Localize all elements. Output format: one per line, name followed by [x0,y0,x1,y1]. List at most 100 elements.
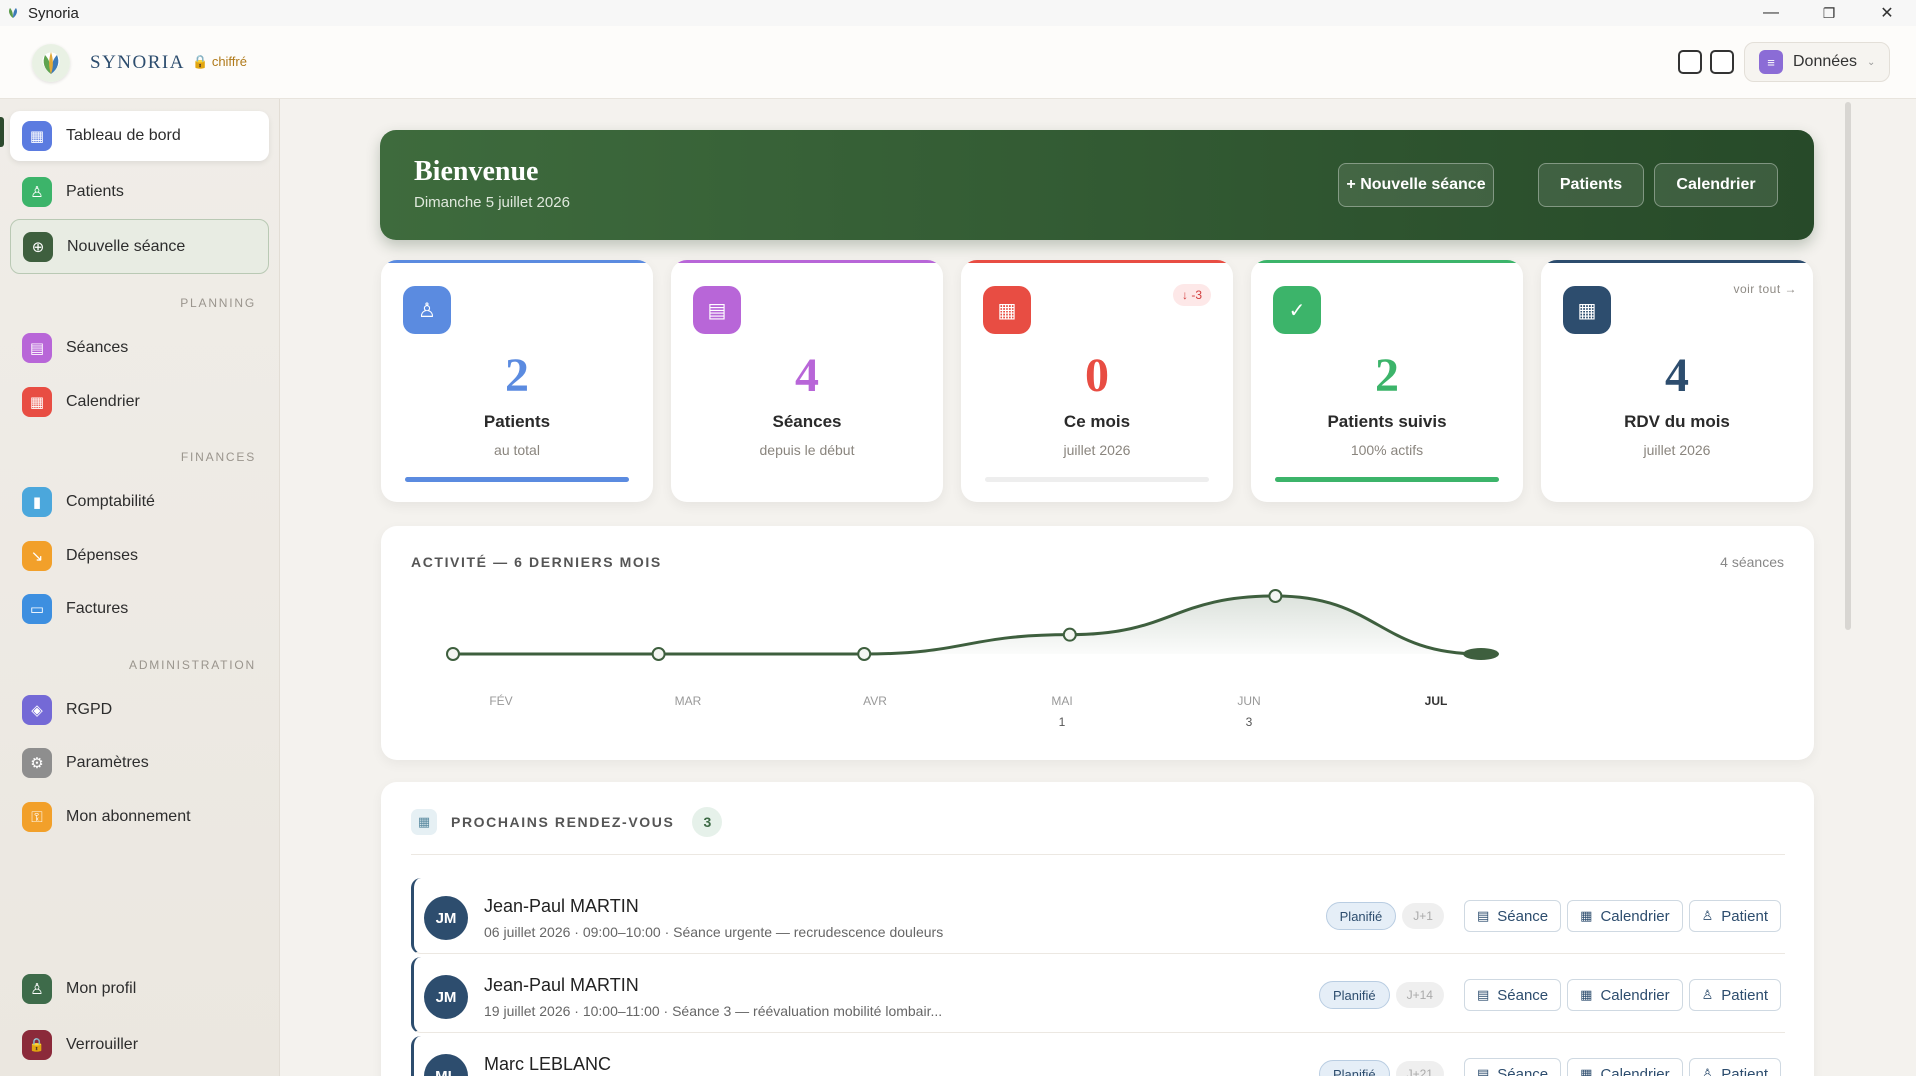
stat-label: Patients [483,412,551,431]
button-label: Patient [1721,1065,1768,1076]
stat-sub: depuis le début [759,442,855,458]
stat-card-patients-suivis[interactable]: ✓ 2 Patients suivis 100% actifs [1251,260,1523,502]
file-icon: ▭ [22,594,52,624]
new-session-button[interactable]: + Nouvelle séance [1338,163,1494,207]
button-label: Calendrier [1600,907,1670,925]
see-all-link[interactable]: voir tout → [1733,282,1797,296]
panel-toggle-left[interactable] [1678,50,1702,74]
month-label: AVR [863,694,887,708]
activity-card: ACTIVITÉ — 6 DERNIERS MOIS 4 séances FÉV… [381,526,1814,760]
sidebar-item-calendrier[interactable]: ▦ Calendrier [10,377,269,427]
stat-card-ce-mois[interactable]: ▦ ↓ -3 0 Ce mois juillet 2026 [961,260,1233,502]
open-calendar-button[interactable]: ▦ Calendrier [1567,979,1683,1011]
current-date: Dimanche 5 juillet 2026 [414,194,570,211]
open-calendar-button[interactable]: ▦ Calendrier [1567,900,1683,932]
encryption-badge: 🔒 chiffré [192,54,247,70]
open-patient-button[interactable]: ♙ Patient [1688,1058,1781,1076]
appointments-title: PROCHAINS RENDEZ-VOUS [451,814,675,830]
window-titlebar: Synoria — ❐ ✕ [0,0,1916,26]
button-label: Calendrier [1600,1065,1670,1076]
data-menu-button[interactable]: ≡ Données ⌄ [1744,42,1890,82]
sidebar-item-factures[interactable]: ▭ Factures [10,584,269,634]
calendar-icon: ▦ [1580,987,1593,1002]
sidebar-item-label: Patients [66,183,124,200]
avatar: ML [424,1054,468,1076]
open-patient-button[interactable]: ♙ Patient [1688,979,1781,1011]
days-badge: J+1 [1402,903,1444,929]
window-title: Synoria [28,4,79,22]
appointment-row[interactable]: ML Marc LEBLANC Planifié J+21 ▤ Séance ▦ C… [411,1036,1785,1076]
calendar-icon: ▦ [1580,1066,1593,1076]
avatar: JM [424,975,468,1019]
open-patient-button[interactable]: ♙ Patient [1688,900,1781,932]
data-menu-label: Données [1793,53,1858,70]
activity-point [1463,648,1499,660]
sidebar-item-comptabilite[interactable]: ▮ Comptabilité [10,477,269,527]
sidebar-item-dashboard[interactable]: ▦ Tableau de bord [10,111,269,161]
sidebar-item-patients[interactable]: ♙ Patients [10,167,269,217]
sidebar-item-verrouiller[interactable]: 🔒 Verrouiller [10,1020,269,1070]
sidebar-item-abonnement[interactable]: ⚿ Mon abonnement [10,792,269,842]
open-calendar-button[interactable]: ▦ Calendrier [1567,1058,1683,1076]
month-label: JUL [1425,694,1448,708]
stat-value: 4 [795,349,819,402]
activity-point [857,647,872,661]
stat-progress [405,477,629,482]
patients-button[interactable]: Patients [1538,163,1644,207]
patient-name: Jean-Paul MARTIN [484,975,639,995]
calendar-icon: ▦ [1580,908,1593,923]
section-title-finances: FINANCES [180,450,256,464]
button-label: Patient [1721,907,1768,925]
upcoming-appointments-card: ▦ PROCHAINS RENDEZ-VOUS 3 JM Jean-Paul M… [381,782,1814,1076]
open-session-button[interactable]: ▤ Séance [1463,900,1562,932]
sidebar-item-parametres[interactable]: ⚙ Paramètres [10,738,269,788]
sidebar-item-label: RGPD [66,701,113,718]
panel-toggle-right[interactable] [1710,50,1734,74]
patient-name: Jean-Paul MARTIN [484,896,639,916]
calendar-icon: ▦ [983,286,1031,334]
sidebar-item-depenses[interactable]: ↘ Dépenses [10,531,269,581]
stat-label: RDV du mois [1624,412,1730,431]
stat-card-patients[interactable]: ♙ 2 Patients au total [381,260,653,502]
trend-down-icon: ↘ [22,541,52,571]
stat-sub: 100% actifs [1350,442,1424,458]
stat-card-seances[interactable]: ▤ 4 Séances depuis le début [671,260,943,502]
calendar-button[interactable]: Calendrier [1654,163,1778,207]
calendar-icon: ▦ [22,387,52,417]
minimize-button[interactable]: — [1748,0,1794,26]
chevron-down-icon: ⌄ [1867,56,1876,68]
stat-sub: juillet 2026 [1643,442,1711,458]
sidebar-item-label: Mon profil [66,980,137,997]
main-scrollbar[interactable] [1845,102,1851,630]
grid-icon: ▦ [22,121,52,151]
stat-card-rdv-mois[interactable]: ▦ voir tout → 4 RDV du mois juillet 2026 [1541,260,1813,502]
close-button[interactable]: ✕ [1864,0,1910,26]
lock-icon: 🔒 [192,54,209,69]
sidebar-item-seances[interactable]: ▤ Séances [10,323,269,373]
open-session-button[interactable]: ▤ Séance [1463,979,1562,1011]
user-icon: ♙ [403,286,451,334]
welcome-banner: Bienvenue Dimanche 5 juillet 2026 + Nouv… [380,130,1814,240]
app-icon [6,6,20,20]
activity-point [1268,589,1283,603]
maximize-button[interactable]: ❐ [1806,0,1852,26]
user-icon: ♙ [22,177,52,207]
sidebar-item-label: Nouvelle séance [67,237,186,255]
sidebar-item-label: Calendrier [66,393,140,410]
calendar-grid-icon: ▦ [1563,286,1611,334]
avatar: JM [424,896,468,940]
sidebar-item-new-session[interactable]: ⊕ Nouvelle séance [10,219,269,274]
appointment-row[interactable]: JM Jean-Paul MARTIN 19 juillet 2026 · 10… [411,957,1785,1033]
activity-point [651,647,666,661]
appointment-row[interactable]: JM Jean-Paul MARTIN 06 juillet 2026 · 09… [411,878,1785,954]
database-icon: ≡ [1759,50,1783,74]
month-label: FÉV [489,693,512,708]
appointment-details: 06 juillet 2026 · 09:00–10:00 · Séance u… [484,924,944,940]
clipboard-icon: ▤ [1476,908,1490,923]
days-badge: J+21 [1395,1061,1444,1076]
button-label: Calendrier [1600,986,1670,1004]
sidebar-item-label: Factures [66,600,129,617]
sidebar-item-rgpd[interactable]: ◈ RGPD [10,685,269,735]
sidebar-item-profil[interactable]: ♙ Mon profil [10,964,269,1014]
open-session-button[interactable]: ▤ Séance [1463,1058,1562,1076]
